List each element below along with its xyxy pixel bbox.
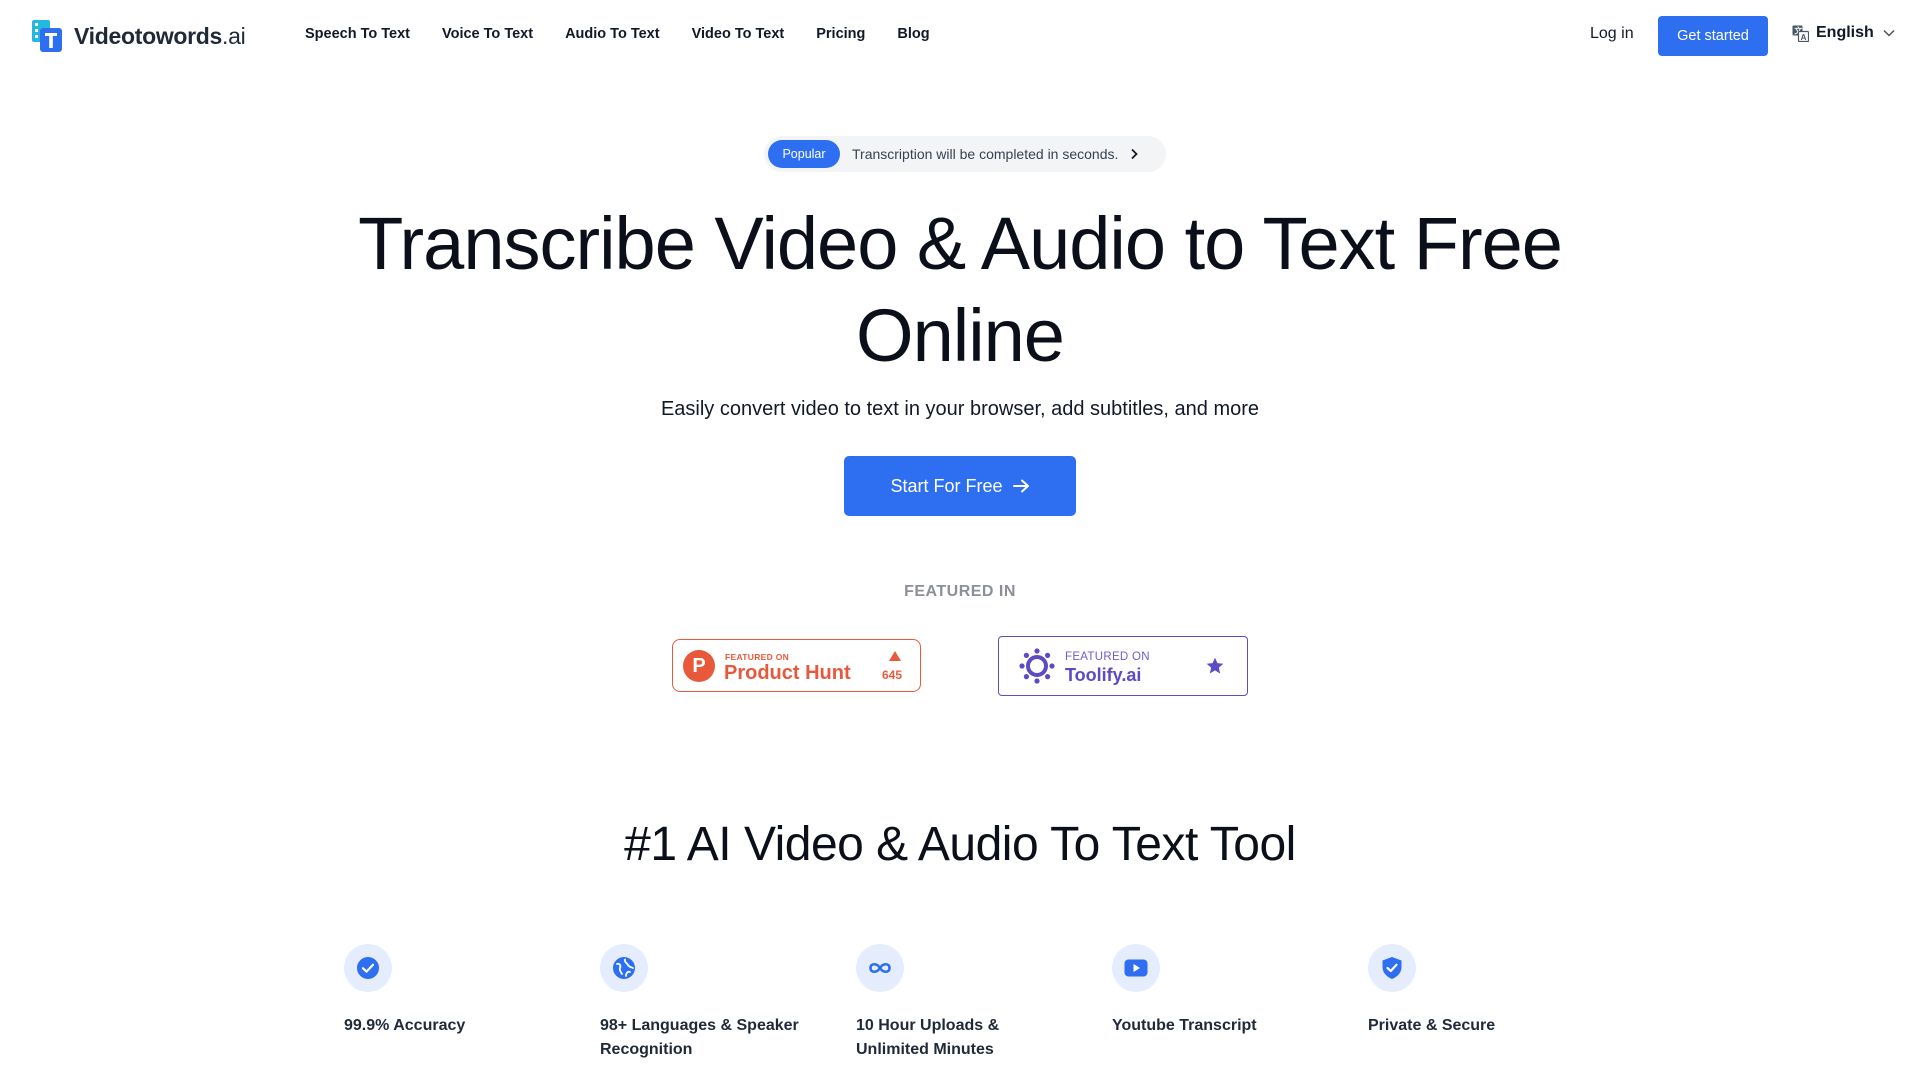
login-link[interactable]: Log in bbox=[1590, 25, 1634, 43]
feature-label: 10 Hour Uploads & Unlimited Minutes bbox=[856, 1017, 1000, 1058]
featured-in-label: FEATURED IN bbox=[904, 583, 1016, 600]
logo-mark-icon bbox=[32, 20, 62, 52]
nav-video-to-text[interactable]: Video To Text bbox=[692, 26, 785, 42]
nav-voice-to-text[interactable]: Voice To Text bbox=[442, 26, 533, 42]
nav-speech-to-text[interactable]: Speech To Text bbox=[305, 26, 410, 42]
toolify-name: Toolify.ai bbox=[1065, 665, 1142, 685]
popular-badge: Popular bbox=[768, 140, 840, 168]
chevron-down-icon bbox=[1883, 29, 1895, 37]
toolify-badge[interactable]: FEATURED ON Toolify.ai bbox=[998, 636, 1248, 696]
svg-text:A: A bbox=[1801, 33, 1807, 42]
feature-label: 99.9% Accuracy bbox=[344, 1017, 466, 1034]
translate-icon: 文 A bbox=[1792, 25, 1809, 42]
brand-logo-link[interactable]: Videotowords.ai bbox=[31, 19, 246, 53]
shield-check-icon bbox=[1382, 957, 1402, 979]
infinity-icon bbox=[869, 962, 891, 974]
globe-icon bbox=[613, 957, 635, 979]
start-for-free-button[interactable]: Start For Free bbox=[844, 456, 1076, 516]
feature-youtube: Youtube Transcript bbox=[1112, 944, 1332, 1038]
youtube-icon bbox=[1124, 959, 1148, 977]
site-header: Videotowords.ai Speech To Text Voice To … bbox=[0, 0, 1920, 72]
product-hunt-featured-on: FEATURED ON bbox=[725, 652, 790, 662]
nav-blog[interactable]: Blog bbox=[897, 26, 929, 42]
hero-title: Transcribe Video & Audio to Text Free On… bbox=[358, 202, 1563, 377]
nav-pricing[interactable]: Pricing bbox=[816, 26, 865, 42]
language-selector[interactable]: 文 A English bbox=[1792, 24, 1895, 42]
feature-private: Private & Secure bbox=[1368, 944, 1588, 1038]
toolify-logo-icon bbox=[1019, 648, 1055, 684]
feature-uploads: 10 Hour Uploads & Unlimited Minutes bbox=[856, 944, 1076, 1062]
feature-languages: 98+ Languages & Speaker Recognition bbox=[600, 944, 820, 1062]
product-hunt-upvotes: 645 bbox=[882, 668, 903, 682]
get-started-button[interactable]: Get started bbox=[1658, 16, 1768, 56]
product-hunt-name: Product Hunt bbox=[724, 662, 851, 684]
chevron-right-icon bbox=[1131, 148, 1139, 160]
star-icon bbox=[1206, 657, 1224, 674]
arrow-right-icon bbox=[1012, 479, 1029, 493]
features-list: 99.9% Accuracy 98+ Languages & Speaker R… bbox=[344, 944, 1644, 1080]
feature-label: Youtube Transcript bbox=[1112, 1017, 1257, 1034]
main-nav: Speech To Text Voice To Text Audio To Te… bbox=[305, 26, 962, 42]
feature-label: Private & Secure bbox=[1368, 1017, 1496, 1034]
language-label: English bbox=[1816, 24, 1874, 41]
product-hunt-badge[interactable]: P FEATURED ON Product Hunt 645 bbox=[672, 639, 921, 692]
hero-subtitle: Easily convert video to text in your bro… bbox=[660, 398, 1260, 420]
toolify-featured-on: FEATURED ON bbox=[1065, 651, 1150, 663]
check-circle-icon bbox=[357, 957, 379, 979]
cta-label: Start For Free bbox=[890, 475, 1003, 496]
product-hunt-logo-icon: P bbox=[683, 650, 715, 682]
feature-accuracy: 99.9% Accuracy bbox=[344, 944, 564, 1038]
features-title: #1 AI Video & Audio To Text Tool bbox=[624, 818, 1296, 871]
brand-name: Videotowords.ai bbox=[74, 22, 246, 49]
upvote-arrow-icon bbox=[889, 651, 901, 661]
nav-audio-to-text[interactable]: Audio To Text bbox=[565, 26, 660, 42]
feature-label: 98+ Languages & Speaker Recognition bbox=[600, 1017, 799, 1058]
announcement-text: Transcription will be completed in secon… bbox=[852, 146, 1119, 162]
announcement-pill[interactable]: Popular Transcription will be completed … bbox=[764, 136, 1166, 172]
